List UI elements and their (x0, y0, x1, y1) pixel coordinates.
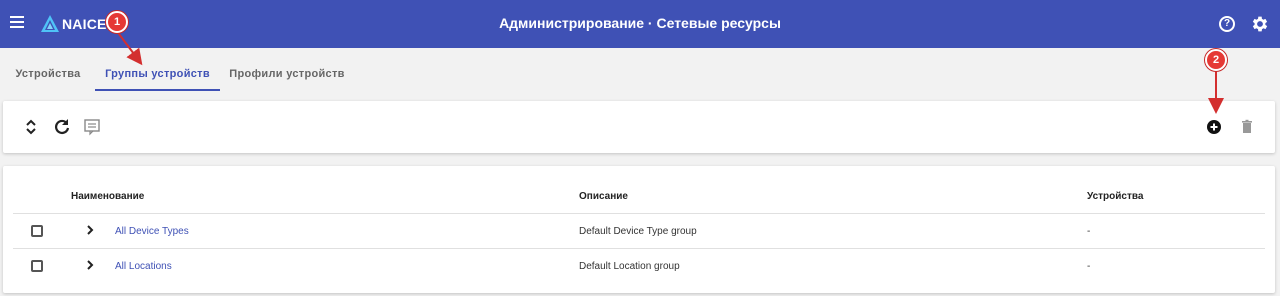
group-name-link[interactable]: All Device Types (115, 226, 189, 237)
tab-device-groups[interactable]: Группы устройств (95, 48, 220, 91)
expand-collapse-icon[interactable] (21, 117, 41, 137)
hamburger-menu-icon[interactable] (10, 16, 24, 30)
tab-bar: Устройства Группы устройств Профили устр… (0, 48, 1280, 92)
row-checkbox[interactable] (31, 225, 43, 237)
column-header-description[interactable]: Описание (579, 191, 628, 202)
naice-logo-icon (41, 15, 59, 32)
annotation-badge-1: 1 (106, 11, 128, 33)
delete-icon[interactable] (1237, 117, 1257, 137)
tab-devices[interactable]: Устройства (8, 48, 88, 91)
annotation-badge-2: 2 (1205, 49, 1227, 71)
chevron-right-icon[interactable] (83, 223, 97, 237)
column-header-devices[interactable]: Устройства (1087, 191, 1143, 202)
top-app-bar: NAICE Администрирование · Сетевые ресурс… (0, 0, 1280, 48)
help-icon[interactable]: ? (1219, 16, 1235, 32)
app-name: NAICE (62, 16, 107, 32)
page-title: Администрирование · Сетевые ресурсы (499, 15, 781, 31)
row-checkbox[interactable] (31, 260, 43, 272)
table-row[interactable]: All Locations Default Location group - (3, 249, 1275, 283)
table-row[interactable]: All Device Types Default Device Type gro… (3, 214, 1275, 248)
group-devices: - (1087, 226, 1091, 237)
comment-icon[interactable] (82, 117, 102, 137)
gear-icon[interactable] (1250, 14, 1270, 34)
device-groups-table: Наименование Описание Устройства All Dev… (3, 166, 1275, 293)
group-devices: - (1087, 261, 1091, 272)
column-header-name[interactable]: Наименование (71, 191, 144, 202)
tab-device-profiles[interactable]: Профили устройств (228, 48, 346, 91)
group-name-link[interactable]: All Locations (115, 261, 172, 272)
refresh-icon[interactable] (52, 117, 72, 137)
add-circle-icon[interactable] (1204, 117, 1224, 137)
group-description: Default Location group (579, 261, 680, 272)
toolbar-card (3, 101, 1275, 153)
group-description: Default Device Type group (579, 226, 697, 237)
chevron-right-icon[interactable] (83, 258, 97, 272)
